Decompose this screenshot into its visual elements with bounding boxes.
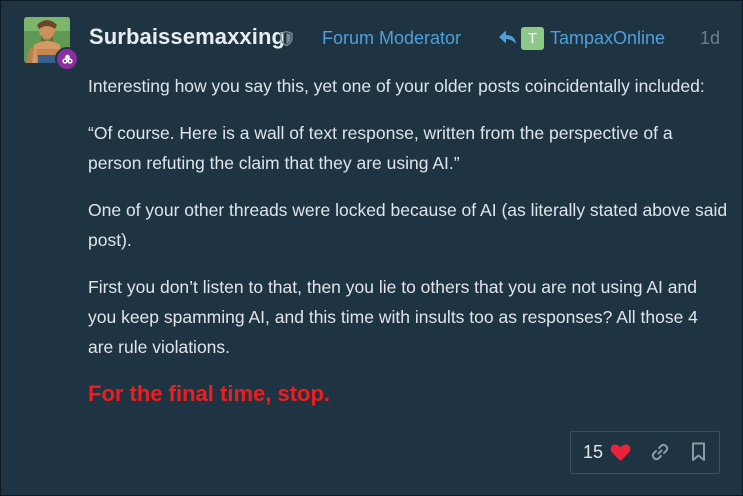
user-title[interactable]: Forum Moderator [322,28,461,49]
post-actions: 15 [570,431,720,474]
heart-icon[interactable] [610,443,631,467]
bookmark-icon[interactable] [691,442,706,467]
moderator-flair-icon [55,47,79,71]
reply-to-username[interactable]: TampaxOnline [550,28,665,49]
username[interactable]: Surbaissemaxxing [89,24,285,50]
post-paragraph: Interesting how you say this, yet one of… [88,76,705,96]
reply-to-avatar[interactable]: T [521,27,544,50]
shield-icon [280,30,293,51]
forum-post: Surbaissemaxxing Forum Moderator T Tampa… [0,0,743,496]
moderator-warning: For the final time, stop. [88,381,331,406]
like-count[interactable]: 15 [583,442,603,463]
reply-arrow-icon[interactable] [498,29,517,51]
link-icon[interactable] [650,442,670,467]
post-paragraph: First you don’t listen to that, then you… [88,277,698,357]
post-quote: “Of course. Here is a wall of text respo… [88,123,673,173]
post-paragraph: One of your other threads were locked be… [88,200,728,250]
post-date[interactable]: 1d [700,28,720,49]
post-body: Interesting how you say this, yet one of… [88,71,728,379]
